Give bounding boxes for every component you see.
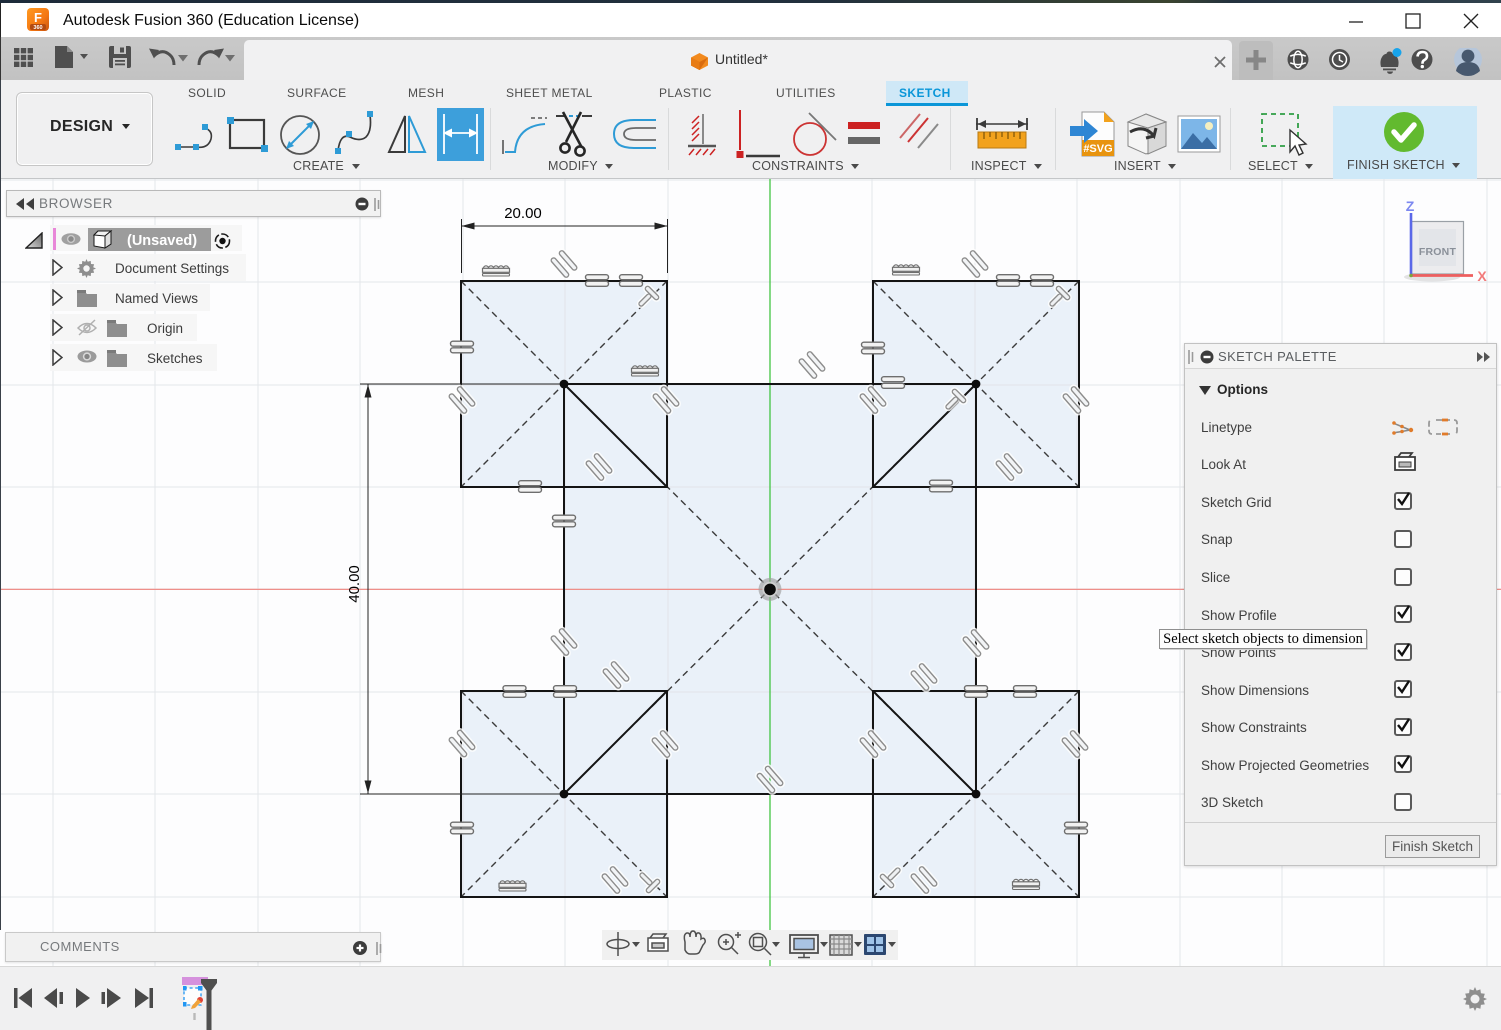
svg-text:40.00: 40.00 bbox=[346, 565, 363, 603]
svg-text:#SVG: #SVG bbox=[1083, 143, 1112, 155]
svg-text:Z: Z bbox=[1406, 198, 1415, 214]
svg-text:20.00: 20.00 bbox=[504, 205, 542, 222]
svg-text:F: F bbox=[34, 10, 42, 25]
svg-text:FRONT: FRONT bbox=[1419, 246, 1457, 258]
svg-text:X: X bbox=[1477, 268, 1487, 284]
svg-text:360: 360 bbox=[33, 25, 42, 31]
